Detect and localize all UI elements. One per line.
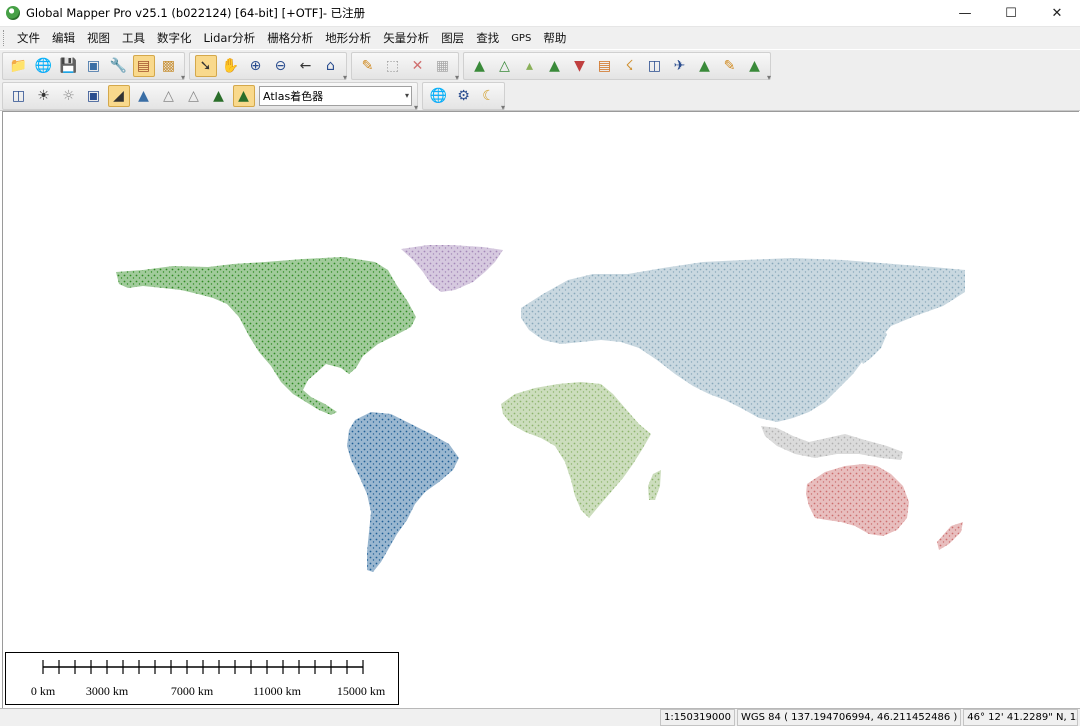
zoom-in-icon[interactable]: ⊕ (245, 55, 267, 77)
world-map (116, 245, 965, 572)
settings-gear-icon[interactable]: ⚙ (453, 85, 475, 107)
moon-icon[interactable]: ☾ (478, 85, 500, 107)
pencil-icon[interactable]: ✎ (357, 55, 379, 77)
window-controls: — ☐ ✕ (942, 0, 1080, 26)
menu-layer[interactable]: 图层 (435, 30, 470, 46)
hillshade-icon[interactable]: ◢ (107, 84, 130, 107)
flight-path-icon[interactable]: ✈ (669, 55, 691, 77)
zoom-out-icon[interactable]: ⊖ (270, 55, 292, 77)
print-icon[interactable]: ▣ (83, 55, 105, 77)
status-scale: 1:150319000 (660, 709, 735, 726)
scale-bar: 0 km 3000 km 7000 km 11000 km 15000 km (5, 652, 399, 705)
view-toolbar: ◫ ☀ ☼ ▣ ◢ ▲ △ △ ▲ ▲ Atlas着色器 ▾ (2, 81, 418, 112)
toolbar-area: 📁 🌐 💾 ▣ 🔧 ▤ ▩ ➘ ✋ ⊕ ⊖ ← ⌂ ✎ ⬚ ✕ ▦ ▲ △ ▴ … (0, 50, 1080, 112)
status-projection: WGS 84 ( 137.194706994, 46.211452486 ) (737, 709, 962, 726)
north-america-landmass (116, 257, 416, 415)
sun-angle-icon[interactable]: ☀ (33, 85, 55, 107)
scale-label-3000: 3000 km (86, 684, 129, 698)
analysis-toolbar: ▲ △ ▴ ▲ ▼ ▤ ☇ ◫ ✈ ▲ ✎ ▲ (463, 51, 771, 82)
map-view[interactable]: 0 km 3000 km 7000 km 11000 km 15000 km (2, 111, 1079, 709)
menu-bar: 文件 编辑 视图 工具 数字化 Lidar分析 栅格分析 地形分析 矢量分析 图… (0, 27, 1080, 49)
pan-hand-icon[interactable]: ✋ (220, 55, 242, 77)
southeast-asia-landmass (761, 426, 903, 460)
volume-icon[interactable]: ▴ (519, 55, 541, 77)
menu-digitize[interactable]: 数字化 (151, 30, 198, 46)
window-title: Global Mapper Pro v25.1 (b022124) [64-bi… (26, 6, 366, 20)
split-view-icon[interactable]: ◫ (8, 85, 30, 107)
terrain-profile-icon[interactable]: ▲ (469, 55, 491, 77)
scale-label-0: 0 km (31, 684, 56, 698)
light-direction-icon[interactable]: ☼ (58, 85, 80, 107)
save-icon[interactable]: 💾 (58, 55, 80, 77)
file-toolbar: 📁 🌐 💾 ▣ 🔧 ▤ ▩ (2, 51, 185, 82)
australia-landmass (806, 464, 909, 536)
dashed-select-icon[interactable]: ⬚ (382, 55, 404, 77)
home-icon[interactable]: ⌂ (320, 55, 342, 77)
new-zealand-landmass (937, 522, 963, 550)
view-shed-icon[interactable]: ☇ (619, 55, 641, 77)
menu-tools[interactable]: 工具 (116, 30, 151, 46)
menu-view[interactable]: 视图 (81, 30, 116, 46)
madagascar-landmass (648, 470, 661, 500)
online-globe-icon[interactable]: 🌐 (428, 85, 450, 107)
greenland-landmass (401, 245, 503, 292)
status-bar: 1:150319000 WGS 84 ( 137.194706994, 46.2… (0, 708, 1080, 726)
menu-raster[interactable]: 栅格分析 (261, 30, 319, 46)
scale-bar-ticks (42, 660, 364, 674)
watershed-icon[interactable]: ▼ (569, 55, 591, 77)
status-coordinates: 46° 12' 41.2289" N, 137° 11' 40.9452" E (963, 709, 1078, 726)
open-globe-icon[interactable]: 🌐 (33, 55, 55, 77)
menu-lidar[interactable]: Lidar分析 (198, 30, 262, 46)
3d-view-icon[interactable]: ▣ (83, 85, 105, 107)
menu-help[interactable]: 帮助 (537, 30, 572, 46)
scale-label-11000: 11000 km (253, 684, 302, 698)
menu-gps[interactable]: GPS (505, 33, 537, 44)
south-america-landmass (347, 412, 459, 572)
open-folder-icon[interactable]: 📁 (8, 55, 30, 77)
map-layout-icon[interactable]: ◫ (644, 55, 666, 77)
maximize-button[interactable]: ☐ (988, 0, 1034, 26)
delete-x-icon[interactable]: ✕ (407, 55, 429, 77)
online-toolbar: 🌐 ⚙ ☾ (422, 81, 505, 112)
wrench-icon[interactable]: 🔧 (108, 55, 130, 77)
menu-edit[interactable]: 编辑 (46, 30, 81, 46)
title-bar: Global Mapper Pro v25.1 (b022124) [64-bi… (0, 0, 1080, 27)
edit-feature-icon[interactable]: ▦ (432, 55, 454, 77)
water-level-icon[interactable]: ▲ (133, 85, 155, 107)
menubar-grip[interactable] (3, 30, 7, 46)
menu-file[interactable]: 文件 (11, 30, 46, 46)
scale-label-7000: 7000 km (171, 684, 214, 698)
contour-icon[interactable]: ▤ (594, 55, 616, 77)
terrain-paint-icon[interactable]: ✎ (719, 55, 741, 77)
scale-bar-graphic: 0 km 3000 km 7000 km 11000 km 15000 km (31, 660, 386, 698)
toolbar-row-1: 📁 🌐 💾 ▣ 🔧 ▤ ▩ ➘ ✋ ⊕ ⊖ ← ⌂ ✎ ⬚ ✕ ▦ ▲ △ ▴ … (2, 51, 775, 82)
terrain-edit-icon[interactable]: ▲ (694, 55, 716, 77)
control-center-icon[interactable]: ▤ (132, 54, 155, 77)
3d-user-icon[interactable]: ▲ (744, 55, 766, 77)
vertical-exaggeration-icon[interactable]: △ (183, 85, 205, 107)
menu-search[interactable]: 查找 (470, 30, 505, 46)
select-tool-icon[interactable]: ➘ (194, 54, 217, 77)
close-button[interactable]: ✕ (1034, 0, 1080, 26)
elevation-range-icon[interactable]: △ (158, 85, 180, 107)
app-globe-icon (6, 6, 20, 20)
mountain-icon[interactable]: △ (494, 55, 516, 77)
shader-select-value: Atlas着色器 (263, 89, 324, 103)
minimize-button[interactable]: — (942, 0, 988, 26)
terrain-shading-icon[interactable]: ▲ (208, 85, 230, 107)
digitize-toolbar: ✎ ⬚ ✕ ▦ (351, 51, 459, 82)
atlas-shader-icon[interactable]: ▲ (232, 84, 255, 107)
overview-icon[interactable]: ▩ (158, 55, 180, 77)
shader-select[interactable]: Atlas着色器 ▾ (259, 85, 412, 106)
back-arrow-icon[interactable]: ← (295, 55, 317, 77)
menu-vector[interactable]: 矢量分析 (377, 30, 435, 46)
menu-terrain[interactable]: 地形分析 (319, 30, 377, 46)
toolbar-row-2: ◫ ☀ ☼ ▣ ◢ ▲ △ △ ▲ ▲ Atlas着色器 ▾ 🌐 ⚙ ☾ (2, 81, 509, 112)
navigation-toolbar: ➘ ✋ ⊕ ⊖ ← ⌂ (189, 51, 347, 82)
cut-fill-icon[interactable]: ▲ (544, 55, 566, 77)
africa-landmass (501, 382, 651, 518)
chevron-down-icon: ▾ (404, 90, 409, 100)
scale-label-15000: 15000 km (337, 684, 386, 698)
